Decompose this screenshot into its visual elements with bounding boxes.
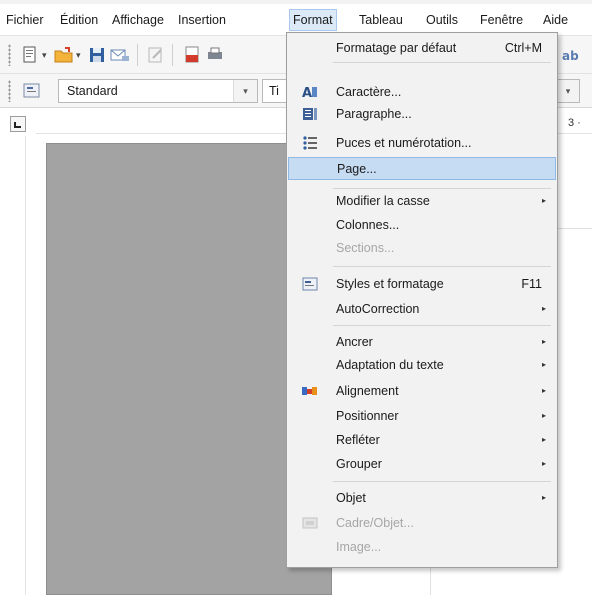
vertical-ruler[interactable]: [10, 136, 26, 595]
paragraph-style-value: Standard: [67, 84, 118, 98]
menu-edition[interactable]: Édition: [58, 11, 100, 29]
toolbar-separator: [172, 44, 173, 66]
menu-item-label: Colonnes...: [336, 218, 400, 232]
menu-item-label: Cadre/Objet...: [336, 516, 414, 530]
tab-stop-icon[interactable]: [10, 116, 26, 132]
menu-item-label: Grouper: [336, 457, 382, 471]
font-name-value: Ti: [269, 84, 279, 98]
menu-separator: [333, 481, 551, 482]
ruler-number: 3 ·: [568, 117, 581, 129]
menu-item-label: Objet: [336, 491, 366, 505]
bullets-numbering-icon: [302, 135, 318, 151]
menu-item-label: Image...: [336, 540, 382, 554]
paragraph-icon: [302, 106, 318, 122]
new-dropdown-icon[interactable]: ▾: [42, 50, 47, 61]
submenu-arrow-icon: ▸: [541, 196, 546, 205]
export-pdf-icon[interactable]: [182, 45, 202, 65]
menu-item-shortcut: F11: [521, 277, 542, 291]
menu-item-label: Modifier la casse: [336, 194, 430, 208]
edit-mode-icon[interactable]: [146, 45, 166, 65]
menu-item-paragraphe[interactable]: Paragraphe...: [288, 103, 556, 125]
menu-item-label: Styles et formatage: [336, 277, 444, 291]
submenu-arrow-icon: ▸: [541, 493, 546, 502]
open-folder-icon[interactable]: [54, 45, 74, 65]
thesaurus-icon[interactable]: ab: [562, 45, 582, 65]
alignment-icon: [302, 383, 318, 399]
menu-bar: Fichier Édition Affichage Insertion Form…: [0, 0, 592, 36]
menu-outils[interactable]: Outils: [424, 11, 460, 29]
menu-fichier[interactable]: Fichier: [4, 11, 46, 29]
menu-item-label: Puces et numérotation...: [336, 136, 472, 150]
menu-format[interactable]: Format: [289, 9, 337, 31]
menu-separator: [333, 266, 551, 267]
title-strip: [0, 0, 592, 4]
menu-item-cadre-objet: Cadre/Objet...: [288, 512, 556, 534]
menu-item-label: Paragraphe...: [336, 107, 412, 121]
menu-item-label: Sections...: [336, 241, 395, 255]
menu-item-ancrer[interactable]: Ancrer ▸: [288, 331, 556, 353]
menu-item-adaptation-texte[interactable]: Adaptation du texte ▸: [288, 354, 556, 376]
menu-insertion[interactable]: Insertion: [176, 11, 228, 29]
submenu-arrow-icon: ▸: [541, 337, 546, 346]
chevron-down-icon[interactable]: ▾: [233, 80, 257, 102]
paragraph-style-select[interactable]: Standard ▾: [58, 79, 258, 103]
menu-item-grouper[interactable]: Grouper ▸: [288, 453, 556, 475]
menu-item-image: Image...: [288, 536, 556, 558]
styles-icon[interactable]: [22, 81, 42, 101]
toolbar-grip[interactable]: [8, 44, 11, 66]
toolbar-separator: [137, 44, 138, 66]
menu-item-label: Caractère...: [336, 85, 402, 99]
menu-item-objet[interactable]: Objet ▸: [288, 487, 556, 509]
submenu-arrow-icon: ▸: [541, 360, 546, 369]
submenu-arrow-icon: ▸: [541, 411, 546, 420]
styles-formatting-icon: [302, 276, 318, 292]
chevron-down-icon[interactable]: ▾: [556, 79, 580, 103]
submenu-arrow-icon: ▸: [541, 304, 546, 313]
menu-item-label: Adaptation du texte: [336, 358, 444, 372]
menu-fenetre[interactable]: Fenêtre: [478, 11, 525, 29]
menu-item-alignement[interactable]: Alignement ▸: [288, 380, 556, 402]
submenu-arrow-icon: ▸: [541, 459, 546, 468]
menu-item-autocorrection[interactable]: AutoCorrection ▸: [288, 298, 556, 320]
menu-aide[interactable]: Aide: [541, 11, 570, 29]
menu-item-modifier-casse[interactable]: Modifier la casse ▸: [288, 190, 556, 212]
menu-item-label: Page...: [337, 162, 377, 176]
email-icon[interactable]: [110, 45, 130, 65]
menu-item-refleter[interactable]: Refléter ▸: [288, 429, 556, 451]
menu-affichage[interactable]: Affichage: [110, 11, 166, 29]
menu-item-styles-formatage[interactable]: Styles et formatage F11: [288, 273, 556, 295]
frame-object-icon: [302, 515, 318, 531]
menu-item-positionner[interactable]: Positionner ▸: [288, 405, 556, 427]
menu-item-label: Ancrer: [336, 335, 373, 349]
menu-item-label: Formatage par défaut: [336, 41, 457, 55]
menu-item-shortcut: Ctrl+M: [504, 41, 542, 55]
print-icon[interactable]: [205, 45, 225, 65]
menu-item-label: Alignement: [336, 384, 399, 398]
submenu-arrow-icon: ▸: [541, 386, 546, 395]
character-icon: A: [302, 84, 318, 100]
submenu-arrow-icon: ▸: [541, 435, 546, 444]
svg-text:A: A: [302, 86, 312, 100]
menu-item-puces-numerotation[interactable]: Puces et numérotation...: [288, 132, 556, 154]
open-dropdown-icon[interactable]: ▾: [76, 50, 81, 61]
menu-item-label: Refléter: [336, 433, 380, 447]
menu-separator: [333, 325, 551, 326]
format-menu-dropdown: Formatage par défaut Ctrl+M A Caractère.…: [286, 32, 558, 568]
menu-item-colonnes[interactable]: Colonnes...: [288, 214, 556, 236]
new-document-icon[interactable]: [20, 45, 40, 65]
menu-item-caractere[interactable]: A Caractère...: [288, 81, 556, 103]
menu-item-page[interactable]: Page...: [288, 157, 556, 180]
menu-item-label: AutoCorrection: [336, 302, 420, 316]
menu-item-formatage-par-defaut[interactable]: Formatage par défaut Ctrl+M: [288, 37, 556, 59]
svg-text:ab: ab: [562, 49, 579, 63]
menu-tableau[interactable]: Tableau: [357, 11, 405, 29]
save-icon[interactable]: [87, 45, 107, 65]
menu-separator: [333, 62, 551, 63]
menu-item-label: Positionner: [336, 409, 399, 423]
menu-separator: [333, 188, 551, 189]
menu-item-sections: Sections...: [288, 237, 556, 259]
toolbar-grip[interactable]: [8, 80, 11, 102]
